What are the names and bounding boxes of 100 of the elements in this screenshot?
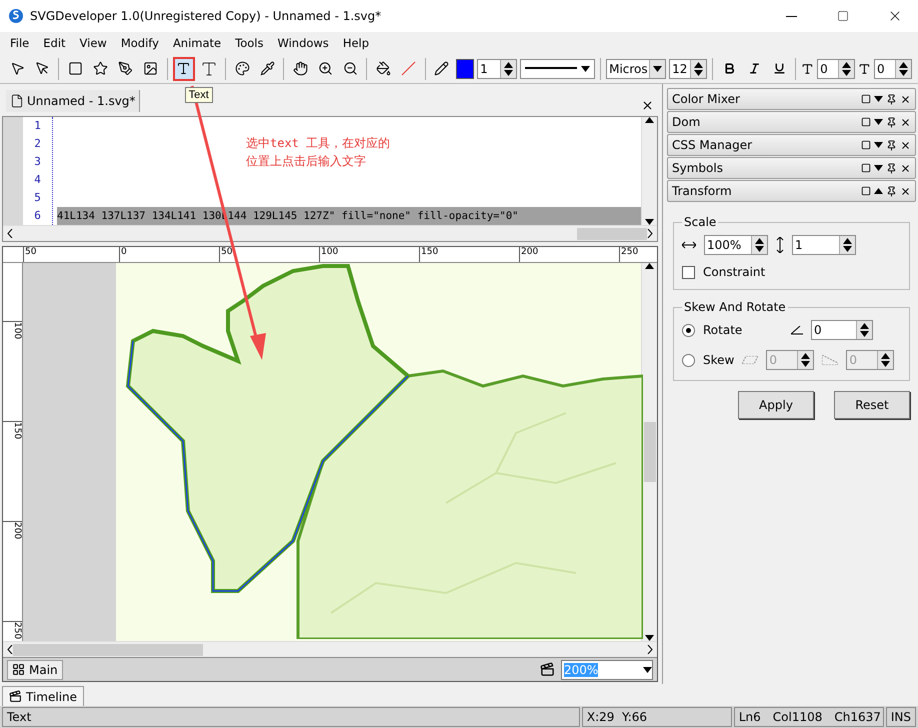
rectangle-icon [68, 61, 83, 76]
collapse-icon [874, 119, 883, 125]
float-icon[interactable] [861, 186, 871, 196]
spin-up-icon [801, 353, 810, 359]
float-icon[interactable] [861, 140, 871, 150]
caret-icon [643, 666, 652, 672]
pin-icon[interactable] [886, 94, 897, 104]
rotate-angle-field[interactable]: 0 [811, 320, 873, 340]
ruler-label: 150 [419, 247, 519, 262]
scroll-thumb[interactable] [644, 422, 656, 482]
tooltip: Text [184, 86, 213, 102]
spin-down-icon [801, 361, 810, 367]
menu-item[interactable]: Windows [271, 36, 335, 50]
panel-title: Dom [672, 115, 700, 129]
document-icon [10, 94, 24, 108]
scroll-left-icon[interactable] [7, 229, 13, 238]
font-family-dropdown[interactable]: Micros [606, 58, 666, 78]
pointer-icon [10, 61, 25, 76]
radio-button[interactable] [682, 354, 695, 366]
vertical-arrows-icon [776, 237, 784, 253]
view-tab[interactable]: Main [7, 660, 63, 680]
checkbox[interactable] [682, 266, 695, 278]
pin-icon[interactable] [886, 140, 897, 150]
arrow-pointer-icon [34, 61, 50, 76]
scroll-left-icon[interactable] [7, 645, 13, 654]
panel-title: CSS Manager [672, 138, 752, 152]
spin-up-icon [843, 238, 852, 244]
panel-header[interactable]: Symbols [667, 157, 916, 179]
close-icon[interactable] [900, 162, 911, 174]
font-size-field[interactable]: 12 [669, 58, 708, 78]
line-spacing-field[interactable]: 0 [874, 58, 912, 78]
float-icon[interactable] [861, 94, 871, 104]
menu-item[interactable]: Animate [166, 36, 228, 50]
menu-item[interactable]: View [74, 36, 113, 50]
pin-icon[interactable] [886, 186, 897, 196]
ruler-label: 200 [3, 521, 22, 621]
scale-width-field[interactable]: 100% [704, 235, 768, 255]
scroll-right-icon[interactable] [647, 645, 653, 654]
palette-icon [234, 61, 250, 76]
annotation-text: 位置上点击后输入文字 [246, 153, 367, 170]
panel-title: Transform [672, 184, 732, 198]
timeline-tab[interactable]: Timeline [2, 686, 84, 706]
clapperboard-icon[interactable] [540, 662, 555, 677]
menu-item[interactable]: Modify [114, 36, 165, 50]
italic-icon [748, 62, 761, 75]
menu-item[interactable]: Edit [37, 36, 72, 50]
panel-header[interactable]: Transform [667, 180, 916, 202]
pencil-icon [434, 61, 450, 76]
scroll-thumb[interactable] [577, 228, 647, 240]
scale-height-field[interactable]: 1 [792, 235, 856, 255]
scroll-thumb[interactable] [13, 644, 203, 656]
stroke-color-swatch[interactable] [456, 58, 474, 78]
app-logo-icon [8, 8, 24, 24]
float-icon[interactable] [861, 117, 871, 127]
window-title: SVGDeveloper 1.0(Unregistered Copy) - Unnamed - 1.svg* [30, 9, 382, 23]
close-icon[interactable] [900, 94, 911, 104]
annotation-text: 选中text 工具，在对应的 [246, 135, 390, 152]
radio-label: Skew [703, 353, 734, 367]
pin-icon[interactable] [886, 162, 897, 174]
line-number: 5 [33, 190, 42, 206]
spin-up-icon [860, 323, 869, 329]
radio-button[interactable] [682, 324, 695, 336]
pin-icon[interactable] [886, 116, 897, 128]
ruler-label: 50 [23, 247, 119, 262]
collapse-icon [874, 188, 883, 194]
vertical-scrollbar[interactable] [641, 263, 657, 641]
panel-button[interactable]: Apply [738, 391, 814, 419]
close-icon[interactable] [641, 99, 654, 112]
stroke-width-field[interactable]: 1 [477, 58, 518, 78]
radio-label: Rotate [703, 323, 744, 337]
panel-header[interactable]: Dom [667, 111, 916, 133]
panel-header[interactable]: CSS Manager [667, 134, 916, 156]
vertical-scrollbar[interactable] [641, 117, 657, 225]
menu-item[interactable]: Tools [229, 36, 270, 50]
close-icon[interactable] [900, 186, 911, 196]
timeline-icon [9, 690, 22, 703]
menu-item[interactable]: File [4, 36, 36, 50]
picture-icon [143, 61, 158, 76]
ruler-label: 50 [219, 247, 319, 262]
close-icon[interactable] [900, 140, 911, 150]
grid-icon [12, 663, 25, 676]
float-icon[interactable] [861, 163, 871, 173]
column-indicator: Col1108 [772, 710, 822, 724]
char-indicator: Ch1637 [834, 710, 881, 724]
horizontal-scrollbar[interactable] [3, 225, 657, 241]
zoom-in-icon [318, 61, 333, 76]
panel-header[interactable]: Color Mixer [667, 88, 916, 110]
panel-button[interactable]: Reset [834, 391, 910, 419]
insert-mode-indicator: INS [886, 707, 916, 727]
document-tab[interactable]: Unnamed - 1.svg* [6, 90, 140, 112]
menu-item[interactable]: Help [336, 36, 376, 50]
horizontal-scrollbar[interactable] [3, 641, 657, 657]
spin-down-icon [504, 70, 514, 76]
spin-up-icon [881, 353, 890, 359]
spin-down-icon [755, 246, 764, 252]
letter-spacing-field[interactable]: 0 [817, 58, 856, 78]
close-icon[interactable] [900, 116, 911, 128]
paint-bucket-icon [376, 61, 391, 76]
scroll-right-icon[interactable] [647, 229, 653, 238]
line-style-dropdown[interactable] [520, 58, 596, 78]
